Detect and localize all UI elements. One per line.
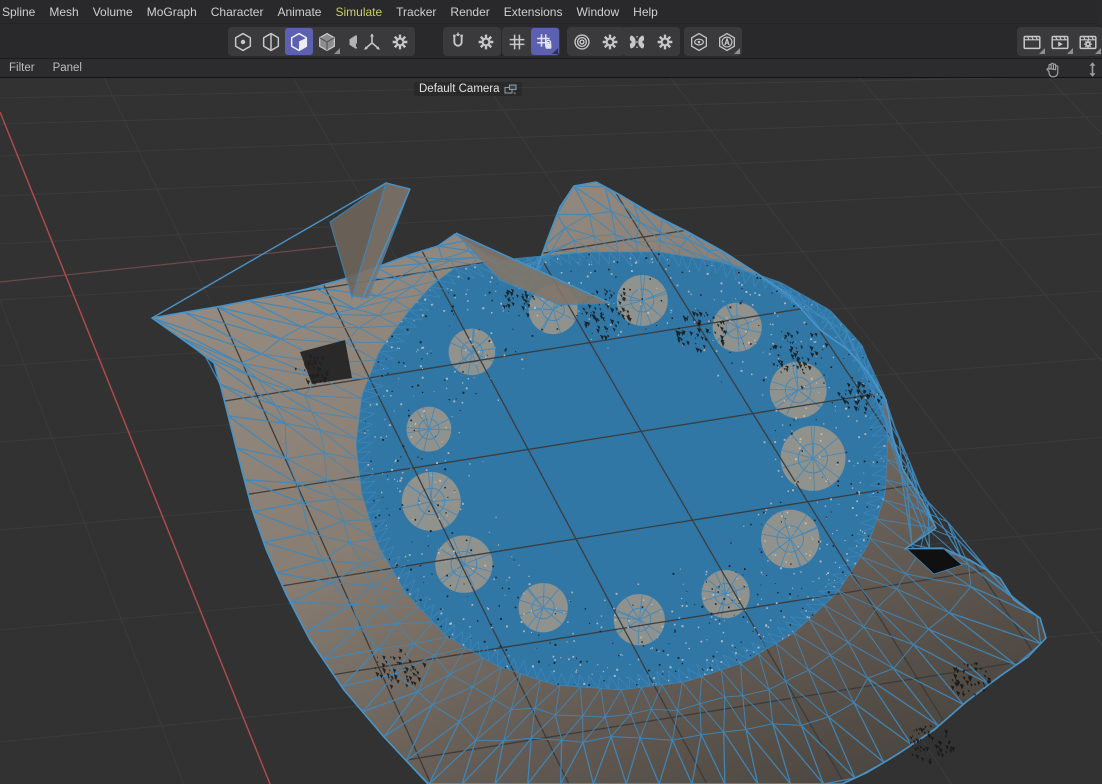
menu-item-render[interactable]: Render [443,0,496,24]
menu-item-volume[interactable]: Volume [86,0,140,24]
tool-group [622,27,680,56]
snap-icon [447,31,469,53]
solo-auto-button[interactable] [713,28,741,55]
gear-icon [654,31,676,53]
cinema4d-window: SplineMeshVolumeMoGraphCharacterAnimateS… [0,0,1102,784]
dropdown-corner-icon [334,48,340,54]
viewport-menu-panel[interactable]: Panel [44,58,91,78]
menu-item-mograph[interactable]: MoGraph [140,0,204,24]
symmetry-icon [626,31,648,53]
viewport-solo-icon [688,31,710,53]
model-mode-button[interactable] [313,28,341,55]
tool-group [502,27,560,56]
viewport-menu-bar: FilterPanel [0,58,1102,78]
axis-settings-button[interactable] [386,28,414,55]
menu-item-simulate[interactable]: Simulate [328,0,389,24]
gear-icon [389,31,411,53]
symmetry-settings-button[interactable] [651,28,679,55]
tool-group [1017,27,1102,56]
menu-item-mesh[interactable]: Mesh [42,0,85,24]
menu-item-animate[interactable]: Animate [270,0,328,24]
axis-tool-icon [361,31,383,53]
edges-mode-button[interactable] [257,28,285,55]
edges-mode-icon [260,31,282,53]
axis-tool-button[interactable] [358,28,386,55]
tool-group [567,27,625,56]
viewport-solo-button[interactable] [685,28,713,55]
render-picture-viewer-button[interactable] [1046,28,1074,55]
viewport: Default Camera [0,78,1102,784]
menu-item-help[interactable]: Help [626,0,665,24]
viewport-canvas[interactable] [0,78,1102,784]
pan-hand-icon[interactable] [1044,61,1061,78]
dropdown-corner-icon [734,48,740,54]
gear-icon [599,31,621,53]
camera-label-text: Default Camera [419,83,500,95]
lock-workplane-button[interactable] [531,28,559,55]
polygons-mode-button[interactable] [285,28,313,55]
render-view-button[interactable] [1018,28,1046,55]
menu-bar: SplineMeshVolumeMoGraphCharacterAnimateS… [0,0,1097,24]
toolbar [0,24,1102,58]
snap-button[interactable] [444,28,472,55]
workplane-icon [506,31,528,53]
menu-item-character[interactable]: Character [204,0,271,24]
dropdown-corner-icon [1039,48,1045,54]
menu-item-window[interactable]: Window [569,0,626,24]
falloff-icon [571,31,593,53]
gear-icon [475,31,497,53]
render-settings-button[interactable] [1074,28,1102,55]
tool-group [684,27,742,56]
symmetry-button[interactable] [623,28,651,55]
dropdown-corner-icon [552,48,558,54]
camera-label[interactable]: Default Camera [414,82,522,96]
polygons-mode-icon [288,31,310,53]
tool-group [228,27,370,56]
falloff-settings-button[interactable] [596,28,624,55]
points-mode-button[interactable] [229,28,257,55]
menu-item-extensions[interactable]: Extensions [497,0,570,24]
camera-swap-icon [504,84,517,95]
dropdown-corner-icon [1095,48,1101,54]
menu-item-spline[interactable]: Spline [0,0,42,24]
snap-settings-button[interactable] [472,28,500,55]
falloff-button[interactable] [568,28,596,55]
points-mode-icon [232,31,254,53]
menu-item-tracker[interactable]: Tracker [389,0,443,24]
workplane-button[interactable] [503,28,531,55]
viewport-menu-filter[interactable]: Filter [0,58,44,78]
tool-group [357,27,415,56]
dropdown-corner-icon [1067,48,1073,54]
move-vertical-icon[interactable] [1084,61,1101,78]
tool-group [443,27,501,56]
